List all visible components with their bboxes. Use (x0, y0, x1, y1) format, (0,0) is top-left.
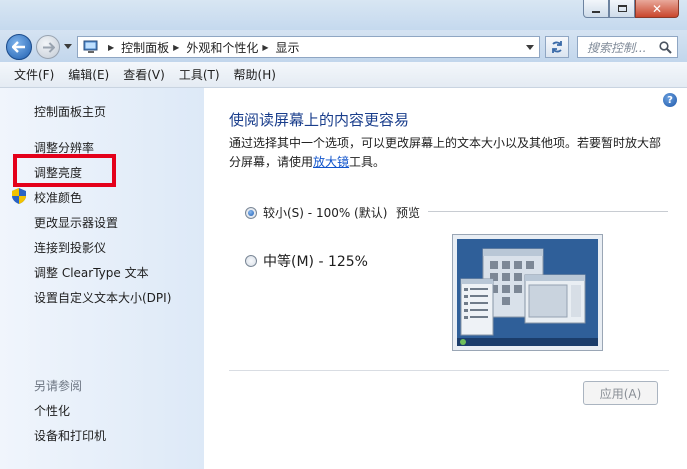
address-dropdown-icon[interactable] (526, 45, 534, 50)
task-pane: 控制面板主页 调整分辨率 调整亮度 校准颜色 更改显示器设置 连接到投影仪 调整… (0, 88, 204, 469)
desktop-preview (457, 239, 598, 346)
magnifier-link[interactable]: 放大镜 (313, 155, 349, 169)
control-panel-icon (82, 40, 100, 54)
preview-image (452, 234, 603, 351)
help-icon[interactable]: ? (663, 93, 677, 107)
menu-tools[interactable]: 工具(T) (179, 66, 220, 83)
divider (229, 370, 669, 371)
sidebar-item-brightness[interactable]: 调整亮度 (34, 164, 82, 181)
sidebar-item-custom-dpi[interactable]: 设置自定义文本大小(DPI) (34, 289, 171, 306)
menu-help[interactable]: 帮助(H) (234, 66, 276, 83)
description: 通过选择其中一个选项，可以更改屏幕上的文本大小以及其他项。若要暂时放大部 分屏幕… (229, 134, 669, 172)
radio-button[interactable] (245, 255, 257, 267)
option-label: 较小(S) - 100% (默认) (263, 206, 388, 220)
preview-illustration (457, 239, 598, 346)
description-line-2b: 工具。 (349, 155, 386, 169)
description-line-2a: 分屏幕，请使用 (229, 155, 314, 169)
maximize-button[interactable] (609, 0, 635, 18)
refresh-icon (552, 41, 562, 53)
sidebar-item-display-settings[interactable]: 更改显示器设置 (34, 214, 118, 231)
radio-button[interactable] (245, 206, 257, 219)
back-arrow-icon (12, 41, 25, 53)
breadcrumb-label: 显示 (275, 40, 300, 55)
refresh-button[interactable] (545, 36, 569, 58)
close-button[interactable]: ✕ (635, 0, 679, 18)
page-title: 使阅读屏幕上的内容更容易 (229, 111, 410, 129)
search-input[interactable]: 搜索控制... (587, 39, 659, 56)
search-box[interactable]: 搜索控制... (577, 36, 678, 58)
menu-view[interactable]: 查看(V) (123, 66, 165, 83)
maximize-icon (617, 5, 627, 12)
close-icon: ✕ (651, 1, 663, 16)
navigation-bar: ▶ 控制面板 ▶ 外观和个性化 ▶ 显示 搜索控制... (0, 30, 687, 62)
breadcrumb-label: 控制面板 (121, 40, 170, 55)
sidebar-item-cleartype[interactable]: 调整 ClearType 文本 (34, 264, 149, 281)
chevron-right-icon[interactable]: ▶ (262, 43, 268, 52)
menu-file[interactable]: 文件(F) (14, 66, 54, 83)
sidebar-item-devices-printers[interactable]: 设备和打印机 (34, 427, 106, 444)
breadcrumb-item-appearance[interactable]: 外观和个性化 ▶ (186, 39, 275, 56)
breadcrumb-item-display[interactable]: 显示 (276, 39, 300, 56)
shield-icon (12, 188, 26, 204)
forward-button[interactable] (36, 35, 60, 59)
forward-arrow-icon (43, 42, 55, 53)
option-medium[interactable]: 中等(M) - 125% (245, 251, 368, 271)
menu-bar: 文件(F) 编辑(E) 查看(V) 工具(T) 帮助(H) (0, 62, 687, 88)
sidebar-item-home[interactable]: 控制面板主页 (34, 103, 106, 120)
search-icon[interactable] (659, 40, 672, 54)
chevron-right-icon[interactable]: ▶ (173, 43, 179, 52)
breadcrumb-item-control-panel[interactable]: 控制面板 ▶ (121, 39, 186, 56)
back-button[interactable] (6, 34, 32, 60)
preview-label: 预览 (396, 206, 421, 220)
main-content: ? 使阅读屏幕上的内容更容易 通过选择其中一个选项，可以更改屏幕上的文本大小以及… (204, 88, 687, 469)
description-line-1: 通过选择其中一个选项，可以更改屏幕上的文本大小以及其他项。若要暂时放大部 (229, 136, 662, 150)
chevron-right-icon: ▶ (108, 42, 115, 52)
address-bar[interactable]: ▶ 控制面板 ▶ 外观和个性化 ▶ 显示 (77, 36, 540, 58)
minimize-icon (592, 10, 600, 13)
minimize-button[interactable] (583, 0, 609, 18)
breadcrumb-sep-0[interactable]: ▶ (104, 43, 121, 52)
breadcrumb-label: 外观和个性化 (186, 40, 259, 55)
preview-divider (428, 211, 668, 212)
title-bar: ✕ (0, 0, 687, 30)
option-smaller[interactable]: 较小(S) - 100% (默认) (245, 204, 387, 221)
sidebar-item-calibrate-color[interactable]: 校准颜色 (34, 189, 82, 206)
see-also-heading: 另请参阅 (34, 379, 83, 393)
option-label: 中等(M) - 125% (263, 254, 368, 270)
recent-pages-dropdown[interactable] (64, 44, 72, 49)
sidebar-item-personalization[interactable]: 个性化 (34, 402, 70, 419)
sidebar-item-projector[interactable]: 连接到投影仪 (34, 239, 106, 256)
apply-button[interactable]: 应用(A) (583, 381, 658, 405)
window-controls: ✕ (583, 0, 679, 18)
menu-edit[interactable]: 编辑(E) (68, 66, 109, 83)
